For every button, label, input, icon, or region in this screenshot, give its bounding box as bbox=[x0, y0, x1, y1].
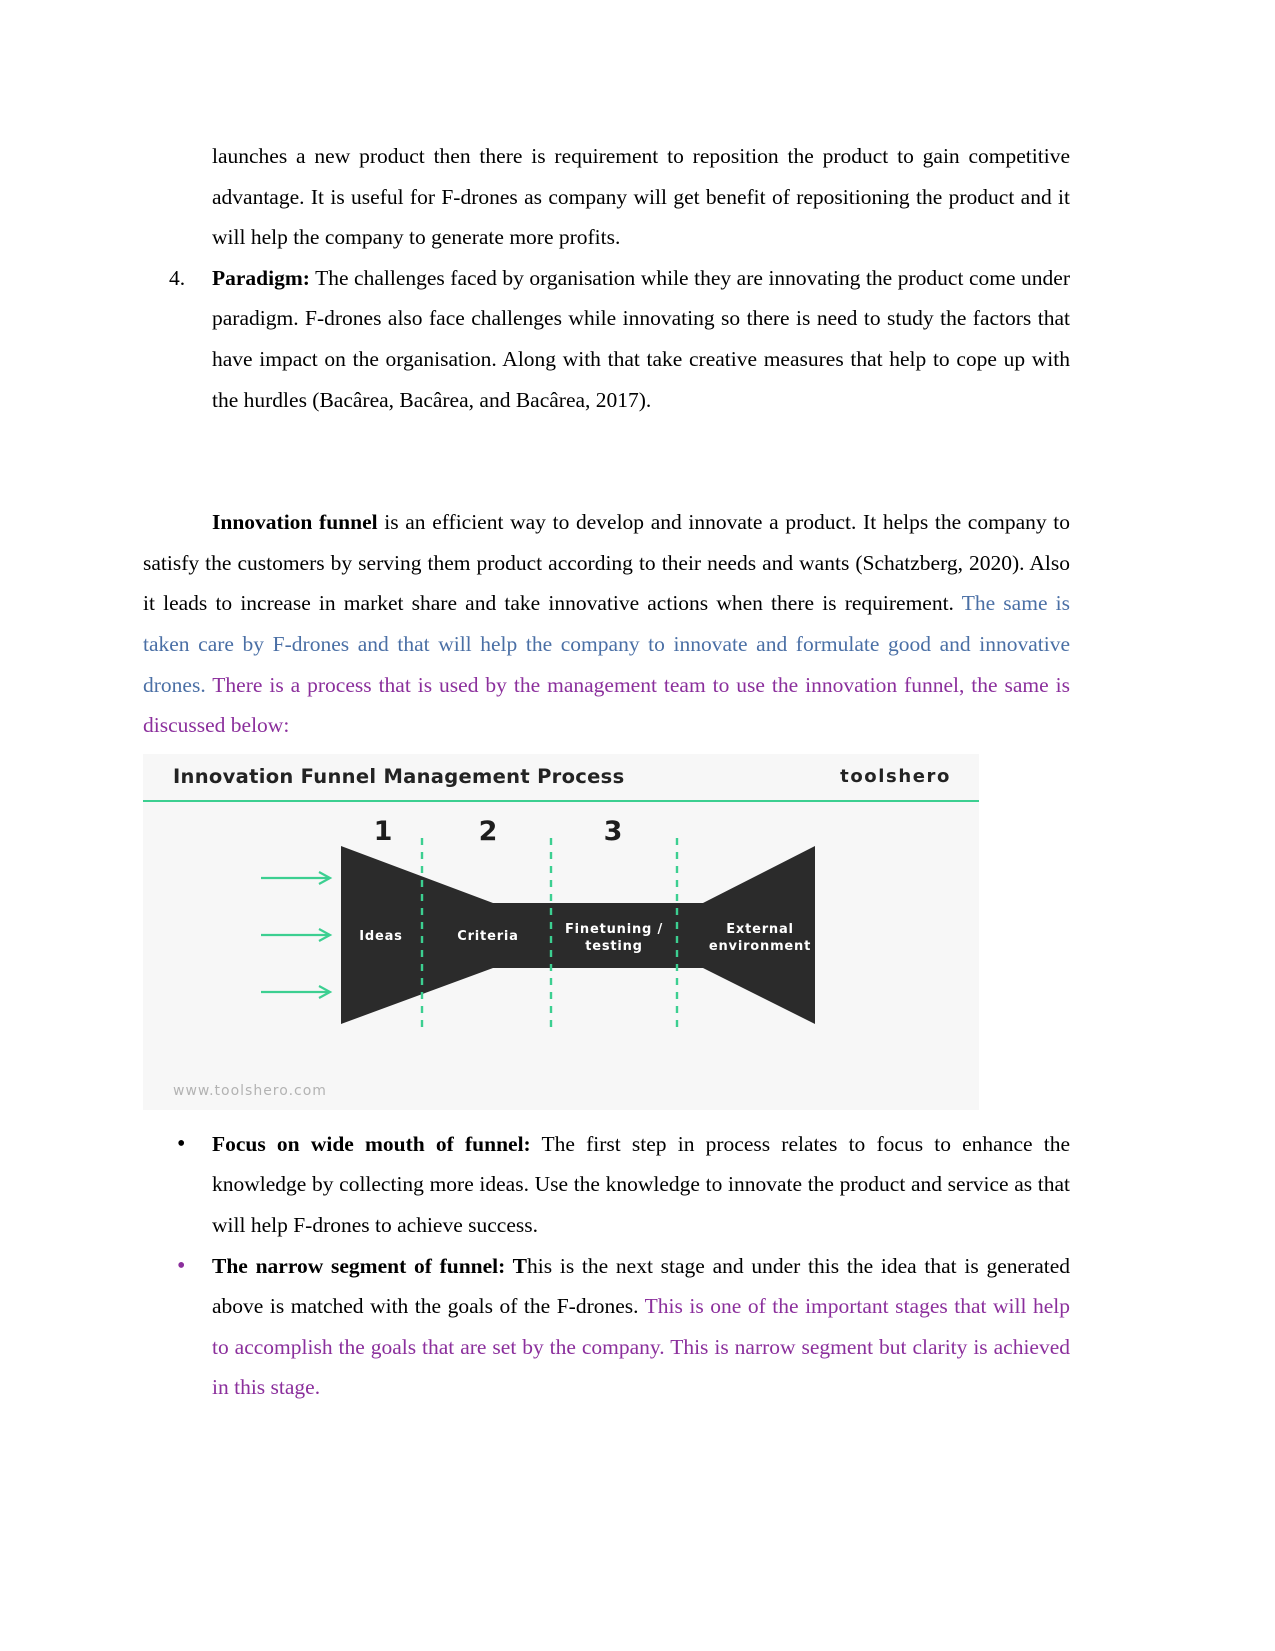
segment-label-criteria: Criteria bbox=[457, 929, 518, 944]
numbered-list: 4. Paradigm: The challenges faced by org… bbox=[143, 258, 1070, 420]
list-item-term: Paradigm: bbox=[212, 265, 310, 290]
segment-label-external-line2: environment bbox=[709, 939, 811, 954]
innovation-funnel-purple-text: There is a process that is used by the m… bbox=[143, 672, 1070, 738]
innovation-funnel-paragraph: Innovation funnel is an efficient way to… bbox=[143, 502, 1070, 746]
stage-number-2: 2 bbox=[479, 816, 498, 847]
list-item-text: The challenges faced by organisation whi… bbox=[212, 265, 1070, 412]
funnel-diagram-svg: 1 2 3 Ideas Criteria Finetuning / testin… bbox=[143, 801, 979, 1072]
stage-number-3: 3 bbox=[604, 816, 623, 847]
figure-brand-logo: toolshero bbox=[840, 766, 951, 788]
stage-number-1: 1 bbox=[374, 816, 393, 847]
document-page: launches a new product then there is req… bbox=[0, 0, 1275, 1651]
bullet-term: The narrow segment of funnel: T bbox=[212, 1253, 528, 1278]
figure-footer: www.toolshero.com bbox=[143, 1071, 979, 1110]
continued-paragraph-text: launches a new product then there is req… bbox=[212, 144, 1070, 250]
innovation-funnel-figure: Innovation Funnel Management Process too… bbox=[143, 753, 979, 1110]
page-content: launches a new product then there is req… bbox=[143, 136, 1070, 1408]
segment-label-finetuning-line1: Finetuning / bbox=[565, 922, 663, 937]
continued-paragraph: launches a new product then there is req… bbox=[143, 136, 1070, 258]
segment-label-external-line1: External bbox=[726, 922, 794, 937]
bullet-item-narrow-segment: • The narrow segment of funnel: This is … bbox=[143, 1246, 1070, 1408]
bullet-term: Focus on wide mouth of funnel: bbox=[212, 1131, 531, 1156]
bullet-marker: • bbox=[177, 1130, 186, 1157]
segment-label-ideas: Ideas bbox=[359, 929, 402, 944]
process-bullet-list: • Focus on wide mouth of funnel: The fir… bbox=[143, 1124, 1070, 1408]
innovation-funnel-lead: Innovation funnel bbox=[212, 510, 378, 535]
list-marker: 4. bbox=[169, 265, 186, 290]
numbered-list-item-4: 4. Paradigm: The challenges faced by org… bbox=[143, 258, 1070, 420]
figure-body: 1 2 3 Ideas Criteria Finetuning / testin… bbox=[143, 801, 979, 1072]
segment-label-finetuning-line2: testing bbox=[585, 939, 643, 954]
bullet-marker: • bbox=[177, 1252, 186, 1279]
figure-source-url: www.toolshero.com bbox=[173, 1082, 327, 1099]
bullet-item-focus-wide-mouth: • Focus on wide mouth of funnel: The fir… bbox=[143, 1124, 1070, 1246]
figure-header: Innovation Funnel Management Process too… bbox=[143, 753, 979, 802]
figure-title: Innovation Funnel Management Process bbox=[173, 765, 625, 789]
